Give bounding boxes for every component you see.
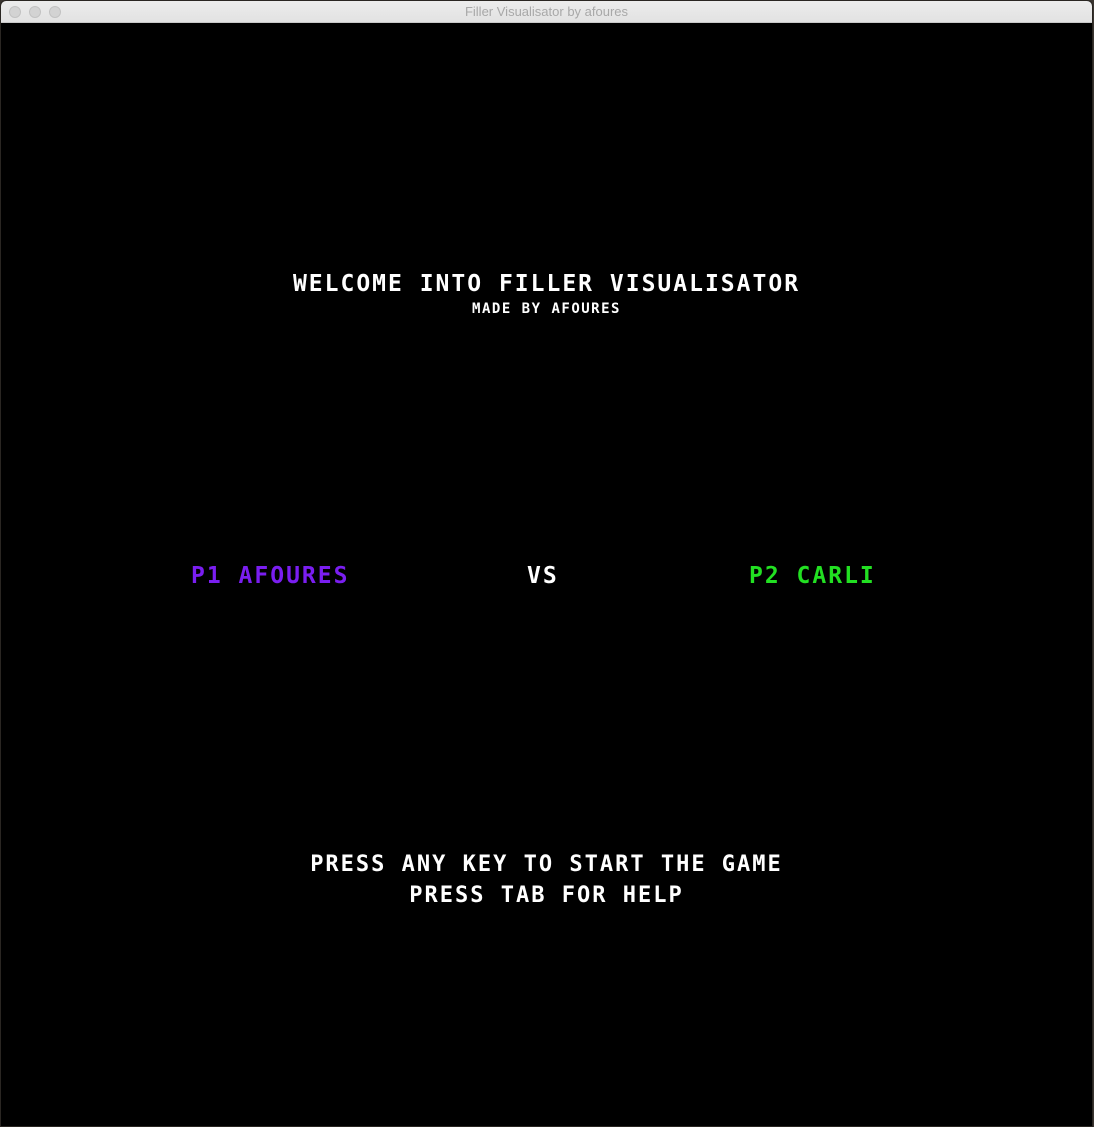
game-canvas[interactable]: WELCOME INTO FILLER VISUALISATOR MADE BY… bbox=[1, 23, 1092, 1126]
player-two-label: P2 CARLI bbox=[749, 563, 876, 589]
welcome-heading: WELCOME INTO FILLER VISUALISATOR bbox=[292, 271, 801, 297]
help-prompt: PRESS TAB FOR HELP bbox=[409, 883, 684, 908]
player-one-label: P1 AFOURES bbox=[191, 563, 350, 589]
start-prompt: PRESS ANY KEY TO START THE GAME bbox=[310, 852, 783, 877]
app-window: Filler Visualisator by afoures WELCOME I… bbox=[1, 1, 1092, 1126]
title-bar[interactable]: Filler Visualisator by afoures bbox=[1, 1, 1092, 23]
author-credit: MADE BY AFOURES bbox=[472, 301, 621, 317]
window-title: Filler Visualisator by afoures bbox=[464, 4, 629, 19]
versus-label: VS bbox=[527, 563, 559, 589]
